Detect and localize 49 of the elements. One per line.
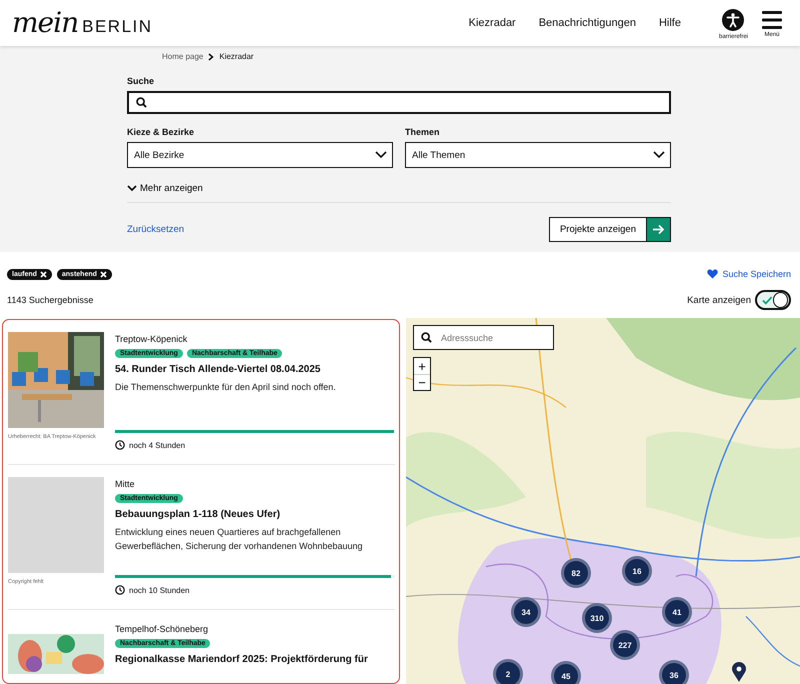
logo-script[interactable]: mein bbox=[12, 9, 78, 37]
close-icon bbox=[40, 270, 47, 278]
nav-link[interactable]: Hilfe bbox=[658, 17, 681, 29]
clock-icon bbox=[115, 585, 125, 595]
district-label: Tempelhof-Schöneberg bbox=[115, 624, 210, 634]
arrow-right-icon bbox=[652, 224, 664, 235]
field-label: Kieze & Bezirke bbox=[127, 127, 196, 137]
remaining-time: noch 4 Stunden bbox=[129, 440, 186, 450]
project-title[interactable]: Bebauungsplan 1-118 (Neues Ufer) bbox=[115, 509, 395, 520]
search-icon bbox=[136, 97, 147, 108]
topic-select[interactable]: Alle Themen bbox=[405, 142, 671, 168]
close-icon bbox=[100, 270, 107, 278]
breadcrumb-link[interactable]: Home page bbox=[162, 52, 204, 61]
address-search-field[interactable]: Adresssuche bbox=[413, 325, 554, 350]
district-label: Treptow-Köpenick bbox=[115, 334, 188, 344]
search-field[interactable] bbox=[127, 91, 671, 114]
project-description: Entwicklung eines neuen Quartieres auf brachgefallenen Gewerbeflächen, Sicherung der vorhandenen Wohnbebauung bbox=[115, 526, 364, 553]
heart-icon bbox=[707, 269, 718, 279]
map-pin-icon[interactable] bbox=[732, 662, 746, 682]
field-label: Themen bbox=[405, 127, 441, 137]
menu-icon[interactable] bbox=[762, 10, 782, 28]
save-search-link[interactable]: Suche Speichern bbox=[707, 269, 791, 279]
chevron-down-icon bbox=[127, 185, 137, 192]
placeholder-text: Adresssuche bbox=[441, 332, 494, 342]
chevron-icon bbox=[208, 52, 214, 60]
project-title[interactable]: Regionalkasse Mariendorf 2025: Projektförderung für bbox=[115, 654, 395, 665]
nav-link[interactable]: Kiezradar bbox=[468, 17, 516, 29]
chevron-down-icon bbox=[653, 151, 665, 159]
map-toggle[interactable] bbox=[755, 290, 791, 310]
submit-button[interactable]: Projekte anzeigen bbox=[548, 217, 647, 242]
logo-word[interactable]: BERLIN bbox=[82, 17, 153, 37]
remaining-time: noch 10 Stunden bbox=[129, 586, 190, 594]
district-select[interactable]: Alle Bezirke bbox=[127, 142, 393, 168]
breadcrumb-link[interactable]: Kiezradar bbox=[219, 52, 254, 61]
check-icon bbox=[762, 296, 773, 304]
toggle-label: Karte anzeigen bbox=[687, 294, 751, 306]
more-toggle[interactable]: Mehr anzeigen bbox=[127, 183, 203, 194]
clock-icon bbox=[115, 440, 125, 450]
result-count: 1143 Suchergebnisse bbox=[7, 295, 94, 305]
nav-link[interactable]: Benachrichtigungen bbox=[538, 17, 636, 29]
search-icon bbox=[421, 332, 432, 343]
project-description: Die Themenschwerpunkte für den April sind noch offen. bbox=[115, 381, 337, 394]
district-label: Mitte bbox=[115, 479, 136, 489]
chevron-down-icon bbox=[375, 151, 387, 159]
project-title[interactable]: 54. Runder Tisch Allende-Viertel 08.04.2025 bbox=[115, 364, 395, 375]
field-label: Suche bbox=[127, 76, 156, 86]
accessibility-icon[interactable] bbox=[722, 8, 744, 30]
reset-link[interactable]: Zurücksetzen bbox=[127, 224, 184, 235]
arrow-button[interactable] bbox=[647, 217, 671, 242]
